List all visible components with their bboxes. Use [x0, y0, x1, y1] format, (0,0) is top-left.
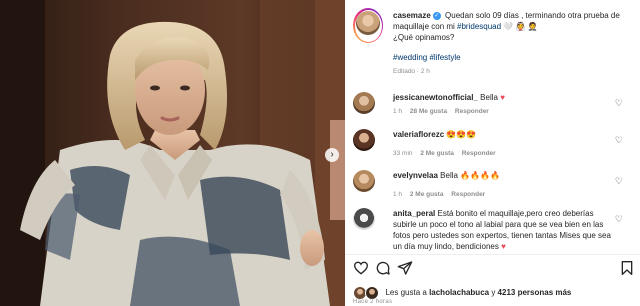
caption-question: ¿Qué opinamos?	[393, 33, 455, 42]
comment-item: anita_peral Está bonito el maquillaje,pe…	[353, 208, 633, 254]
bookmark-icon[interactable]	[619, 260, 635, 276]
author-avatar[interactable]	[356, 11, 380, 35]
author-username[interactable]: casemaze	[393, 11, 431, 20]
comment-time[interactable]: 1 h	[393, 108, 402, 115]
comment-item: valeriaflorezc 😍😍😍 33 min 2 Me gusta Res…	[353, 129, 633, 159]
comment-time[interactable]: 1 h	[393, 191, 402, 198]
comment-likes[interactable]: 28 Me gusta	[410, 108, 447, 115]
likes-count[interactable]: 4213 personas más	[498, 288, 572, 297]
heart-outline-icon[interactable]	[353, 260, 369, 276]
post-photo[interactable]: ›	[0, 0, 345, 306]
comment-reply-button[interactable]: Responder	[451, 191, 485, 198]
comment-emoji: 🔥🔥🔥🔥	[460, 171, 501, 180]
comment-likes[interactable]: 2 Me gusta	[420, 150, 454, 157]
caption-tags[interactable]: #wedding #lifestyle	[393, 52, 633, 63]
post-time-ago[interactable]: Hace 2 horas	[353, 299, 392, 305]
comment-icon[interactable]	[375, 260, 391, 276]
post-detail-panel: casemaze ✓ Quedan solo 09 días , terminan…	[345, 0, 640, 306]
comment-time[interactable]: 33 min	[393, 150, 413, 157]
comment-emoji: 😍😍😍	[446, 130, 477, 139]
comment-item: jessicanewtonofficial_ Bella ♥ 1 h 28 Me…	[353, 92, 633, 122]
commenter-avatar[interactable]	[353, 129, 375, 151]
comment-likes[interactable]: 2 Me gusta	[410, 191, 444, 198]
likes-summary: Les gusta a lacholachabuca y 4213 person…	[353, 286, 571, 300]
caption-emoji: 🤍 👰 🤵	[503, 22, 538, 31]
paper-plane-icon[interactable]	[397, 260, 413, 276]
commenter-username[interactable]: evelynvelaa	[393, 171, 438, 180]
comment-emoji: ♥	[500, 93, 505, 102]
instagram-post: › casemaze ✓ Quedan solo 09 días , termin…	[0, 0, 640, 306]
commenter-avatar[interactable]	[353, 170, 375, 192]
author-avatar-ring[interactable]	[353, 8, 383, 43]
comment-like-heart-icon[interactable]: ♡	[615, 176, 623, 187]
commenter-username[interactable]: jessicanewtonofficial_	[393, 93, 478, 102]
comment-like-heart-icon[interactable]: ♡	[615, 135, 623, 146]
chevron-right-icon: ›	[330, 149, 334, 160]
likes-prefix: Les gusta a	[385, 288, 430, 298]
commenter-username[interactable]: valeriaflorezc	[393, 130, 444, 139]
photo-illustration	[0, 0, 345, 306]
comment-item: evelynvelaa Bella 🔥🔥🔥🔥 1 h 2 Me gusta Re…	[353, 170, 633, 200]
comment-text: Bella	[440, 171, 458, 180]
comment-emoji: ♥	[501, 242, 506, 251]
verified-badge-icon: ✓	[432, 11, 441, 20]
comment-like-heart-icon[interactable]: ♡	[615, 214, 623, 225]
caption-hashtag[interactable]: #bridesquad	[457, 22, 501, 31]
caption-edited: Editado · 2 h	[393, 68, 430, 75]
next-photo-button[interactable]: ›	[325, 148, 339, 162]
post-action-bar	[353, 260, 635, 276]
actions-divider	[345, 254, 640, 255]
commenter-avatar[interactable]	[353, 92, 375, 114]
comment-reply-button[interactable]: Responder	[455, 108, 489, 115]
comment-reply-button[interactable]: Responder	[462, 150, 496, 157]
comment-like-heart-icon[interactable]: ♡	[615, 98, 623, 109]
commenter-avatar[interactable]	[353, 208, 375, 230]
liker-avatar	[365, 286, 380, 300]
commenter-username[interactable]: anita_peral	[393, 209, 435, 218]
likes-user[interactable]: lacholachabuca	[429, 288, 489, 297]
comment-text: Bella	[480, 93, 498, 102]
likes-middle: y	[489, 288, 498, 298]
